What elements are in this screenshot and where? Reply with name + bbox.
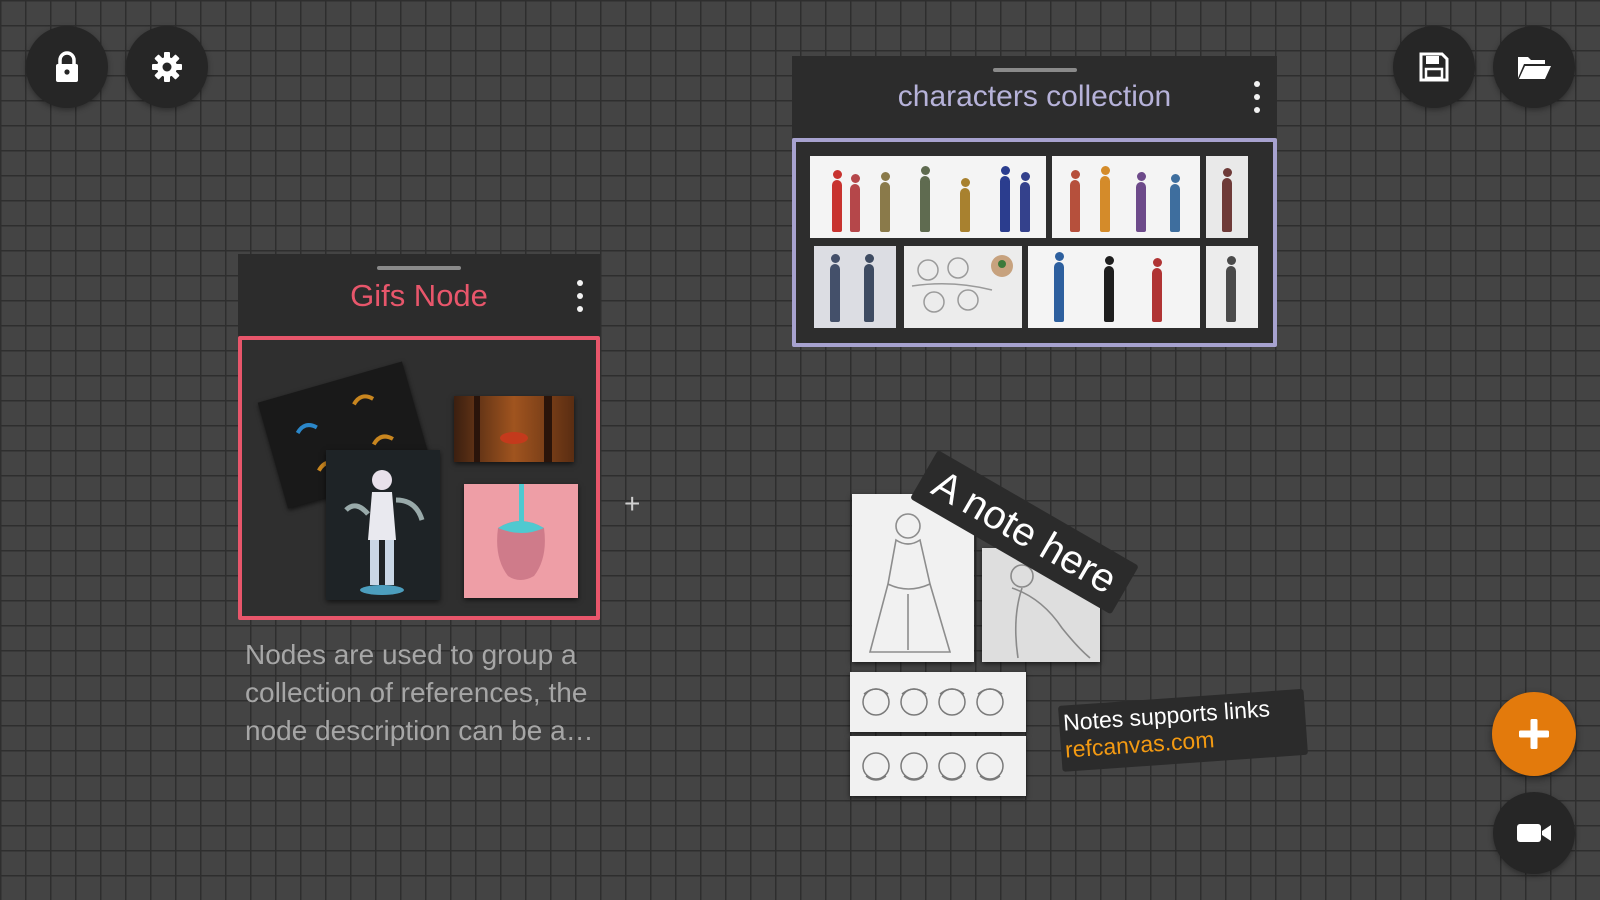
note-card-links[interactable]: Notes supports links refcanvas.com bbox=[1058, 688, 1309, 772]
lock-button[interactable] bbox=[26, 26, 108, 108]
drag-handle[interactable] bbox=[377, 266, 461, 270]
gifs-node-header[interactable]: Gifs Node bbox=[238, 254, 600, 338]
reference-image[interactable] bbox=[904, 246, 1022, 328]
reference-image[interactable] bbox=[1206, 156, 1248, 238]
node-title: characters collection bbox=[897, 80, 1172, 113]
more-vert-icon[interactable] bbox=[1251, 77, 1263, 117]
plus-icon bbox=[1519, 719, 1549, 749]
reference-image[interactable] bbox=[810, 156, 1046, 238]
reference-image[interactable] bbox=[850, 736, 1026, 796]
save-icon bbox=[1419, 52, 1449, 82]
reference-image[interactable] bbox=[1052, 156, 1200, 238]
add-button[interactable] bbox=[1492, 692, 1576, 776]
characters-node-body[interactable] bbox=[792, 138, 1277, 347]
lock-icon bbox=[56, 51, 78, 82]
gif-thumbnail[interactable] bbox=[454, 396, 574, 462]
characters-node-header[interactable]: characters collection bbox=[792, 56, 1277, 138]
reference-image[interactable] bbox=[1206, 246, 1258, 328]
reference-image[interactable] bbox=[814, 246, 896, 328]
reference-image[interactable] bbox=[850, 672, 1026, 732]
node-description: Nodes are used to group a collection of … bbox=[245, 639, 594, 746]
record-button[interactable] bbox=[1493, 792, 1575, 874]
open-folder-button[interactable] bbox=[1493, 26, 1575, 108]
gear-icon bbox=[152, 52, 182, 82]
add-connection-icon[interactable]: + bbox=[624, 490, 640, 518]
node-title: Gifs Node bbox=[350, 278, 488, 313]
gif-thumbnail[interactable] bbox=[464, 484, 578, 598]
reference-image[interactable] bbox=[1028, 246, 1200, 328]
folder-open-icon bbox=[1518, 57, 1551, 79]
gifs-node-body[interactable] bbox=[238, 336, 600, 620]
gif-thumbnail[interactable] bbox=[326, 450, 440, 600]
drag-handle[interactable] bbox=[992, 68, 1077, 72]
more-vert-icon[interactable] bbox=[574, 276, 586, 316]
save-button[interactable] bbox=[1393, 26, 1475, 108]
video-camera-icon bbox=[1517, 824, 1551, 842]
settings-button[interactable] bbox=[126, 26, 208, 108]
